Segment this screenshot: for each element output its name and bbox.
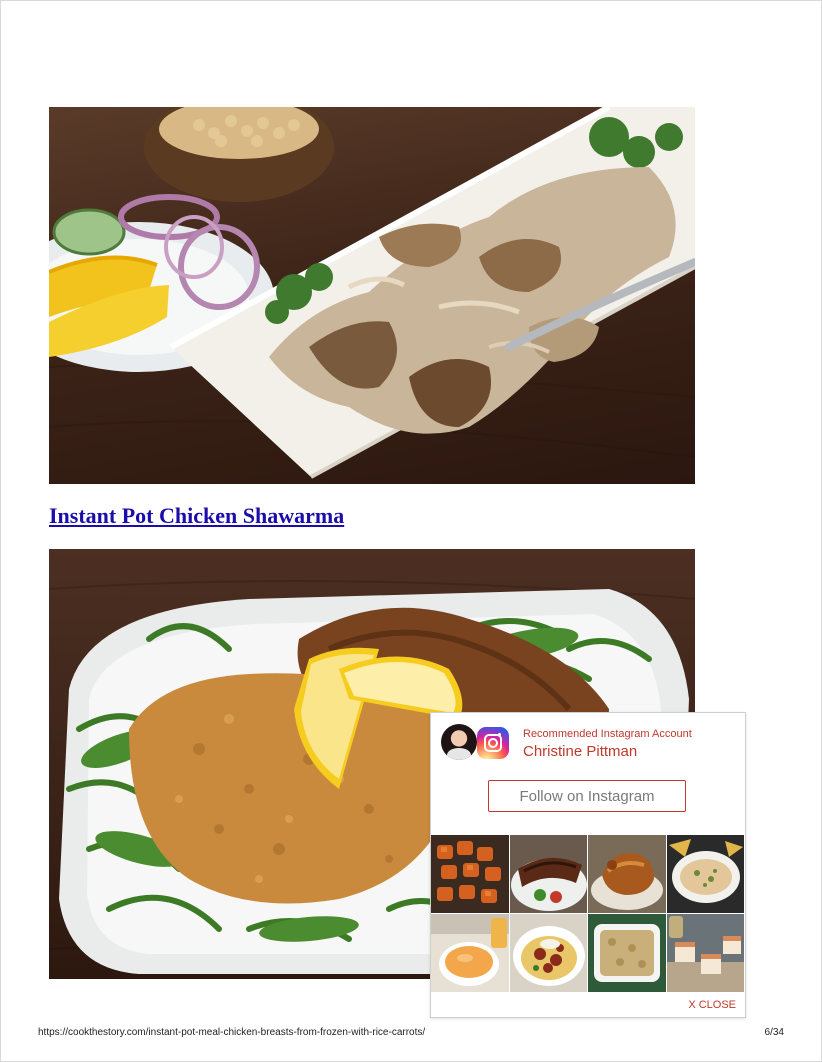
follow-on-instagram-button[interactable]: Follow on Instagram	[488, 780, 686, 812]
shawarma-photo	[49, 107, 695, 484]
recommended-label: Recommended Instagram Account	[523, 728, 692, 740]
page-number: 6/34	[764, 1027, 784, 1038]
instagram-thumbnail-grid	[431, 835, 745, 992]
account-name[interactable]: Christine Pittman	[523, 743, 637, 760]
thumbnail-roasted-sweet-potatoes[interactable]	[431, 835, 509, 913]
thumbnail-pasta-bolognese[interactable]	[509, 914, 587, 992]
instagram-widget: Recommended Instagram Account Christine …	[430, 712, 746, 1018]
avatar[interactable]	[441, 724, 477, 760]
thumbnail-casserole[interactable]	[588, 914, 666, 992]
recipe-link-chicken-shawarma[interactable]: Instant Pot Chicken Shawarma	[49, 503, 344, 529]
thumbnail-cheesecake-bars[interactable]	[666, 914, 744, 992]
thumbnail-cheese-sauce[interactable]	[431, 914, 509, 992]
thumbnail-spinach-dip[interactable]	[666, 835, 744, 913]
thumbnail-roast-chicken[interactable]	[588, 835, 666, 913]
instagram-logo-icon[interactable]	[477, 727, 509, 759]
close-button[interactable]: X CLOSE	[688, 999, 736, 1011]
thumbnail-grilled-ribs[interactable]	[509, 835, 587, 913]
footer-url: https://cookthestory.com/instant-pot-mea…	[38, 1027, 426, 1038]
